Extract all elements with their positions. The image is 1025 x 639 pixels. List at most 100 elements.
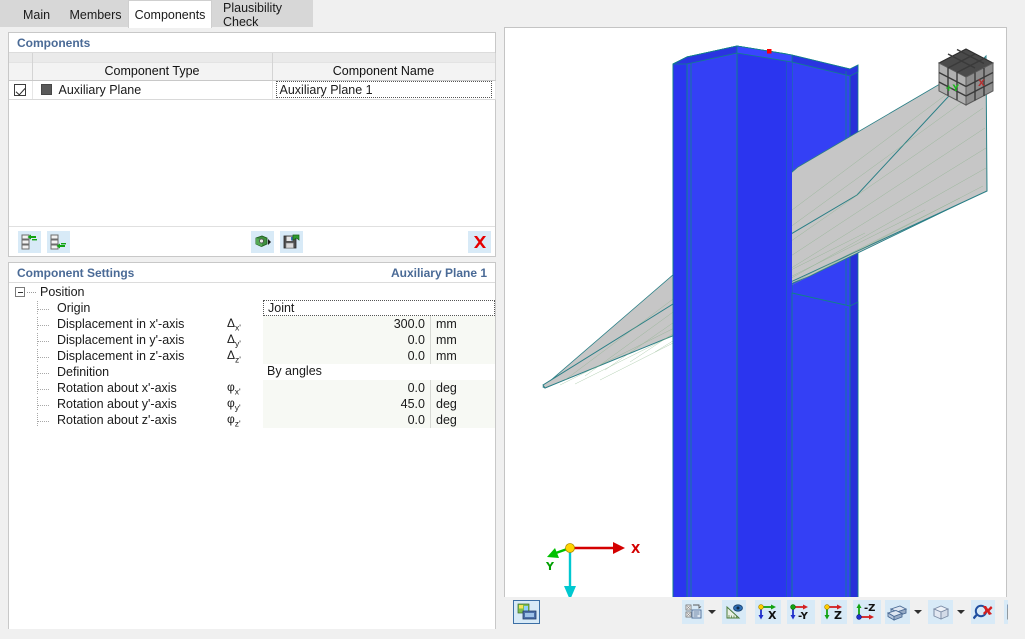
settings-row-label: Definition: [9, 365, 227, 379]
settings-row-rotation-z[interactable]: Rotation about z'-axis φz' 0.0 deg: [9, 412, 495, 428]
column-header-component-type[interactable]: Component Type: [32, 61, 273, 81]
rotation-y-value[interactable]: 45.0: [263, 396, 431, 412]
displacement-y-value[interactable]: 0.0: [263, 332, 431, 348]
view-in-y-button[interactable]: -Y: [787, 600, 815, 624]
rotation-z-unit: deg: [431, 412, 495, 428]
tree-line-horizontal: [38, 421, 50, 422]
render-mode-button[interactable]: [513, 600, 540, 624]
tab-members-label: Members: [69, 7, 122, 22]
tree-line-vertical: [37, 365, 38, 379]
settings-row-value-container[interactable]: 0.0 mm: [263, 332, 495, 348]
settings-row-value-container[interactable]: 0.0 deg: [263, 412, 495, 428]
tab-members[interactable]: Members: [63, 2, 128, 27]
measure-icon: [726, 604, 743, 619]
settings-row-definition[interactable]: Definition By angles: [9, 364, 495, 380]
displacement-z-value[interactable]: 0.0: [263, 348, 431, 364]
tree-line-horizontal: [38, 389, 50, 390]
rotation-x-value[interactable]: 0.0: [263, 380, 431, 396]
solid-model-icon: [887, 605, 908, 621]
row-component-name-cell[interactable]: Auxiliary Plane 1: [272, 80, 496, 100]
column-header-check[interactable]: [9, 61, 33, 81]
tab-plausibility-check[interactable]: Plausibility Check: [212, 0, 313, 29]
new-component-button[interactable]: [18, 231, 41, 253]
settings-row-displacement-x[interactable]: Displacement in x'-axis Δx' 300.0 mm: [9, 316, 495, 332]
tab-components[interactable]: Components: [128, 0, 212, 28]
row-checkbox[interactable]: [14, 84, 27, 97]
view-in-z-button[interactable]: Z: [821, 600, 847, 624]
symbol-subscript: x': [235, 322, 241, 333]
settings-row-value-container[interactable]: Joint: [263, 300, 495, 316]
axis-x-label: X: [631, 542, 641, 556]
tree-line-horizontal: [38, 325, 50, 326]
tree-line-horizontal: [38, 309, 50, 310]
collapse-group-icon[interactable]: [15, 287, 25, 297]
settings-row-displacement-y[interactable]: Displacement in y'-axis Δy' 0.0 mm: [9, 332, 495, 348]
settings-row-value-container[interactable]: 0.0 mm: [263, 348, 495, 364]
component-name-input[interactable]: Auxiliary Plane 1: [275, 81, 492, 98]
settings-row-symbol: Δz': [227, 347, 241, 365]
symbol-subscript: z': [235, 354, 241, 365]
origin-value-field[interactable]: Joint: [263, 300, 495, 316]
measure-button[interactable]: [722, 600, 746, 624]
member-right-overlay: [791, 292, 859, 614]
tree-line-horizontal: [38, 373, 50, 374]
table-row[interactable]: Auxiliary Plane Auxiliary Plane 1: [9, 80, 496, 100]
model-viewport[interactable]: X Y Z: [504, 27, 1007, 615]
components-panel-header: Components: [9, 33, 495, 53]
tab-components-label: Components: [134, 7, 206, 22]
component-settings-subject: Auxiliary Plane 1: [390, 265, 487, 280]
settings-row-rotation-y[interactable]: Rotation about y'-axis φy' 45.0 deg: [9, 396, 495, 412]
row-checkbox-cell[interactable]: [9, 80, 33, 100]
model-canvas[interactable]: X Y Z: [505, 28, 1006, 614]
right-edge-filler: [1008, 0, 1025, 639]
render-mode-dropdown[interactable]: [705, 600, 719, 624]
tree-connector: [27, 291, 37, 293]
row-component-type-cell[interactable]: Auxiliary Plane: [32, 80, 273, 100]
tree-line-vertical: [37, 349, 38, 363]
tab-main-label: Main: [22, 7, 51, 22]
wireframe-button[interactable]: [928, 600, 953, 624]
svg-text:-Y: -Y: [798, 611, 809, 621]
settings-group-position[interactable]: Position: [9, 284, 495, 300]
symbol-subscript: y': [234, 402, 241, 413]
displacement-x-value[interactable]: 300.0: [263, 316, 431, 332]
rotation-x-unit: deg: [431, 380, 495, 396]
view-in-x-button[interactable]: X: [755, 600, 781, 624]
tab-main[interactable]: Main: [10, 2, 63, 27]
insert-component-button[interactable]: [47, 231, 70, 253]
view-isometric-button[interactable]: -Z: [853, 600, 881, 624]
import-component-button[interactable]: [251, 231, 274, 253]
view-cube-right-label: X: [978, 79, 985, 89]
spacer-cell-0: [9, 53, 33, 62]
component-settings-title: Component Settings: [17, 265, 135, 280]
settings-row-rotation-x[interactable]: Rotation about x'-axis φx' 0.0 deg: [9, 380, 495, 396]
components-panel: Components Component Type Component Name: [8, 32, 496, 257]
solid-model-button[interactable]: [885, 600, 910, 624]
displacement-x-unit: mm: [431, 316, 495, 332]
settings-row-displacement-z[interactable]: Displacement in z'-axis Δz' 0.0 mm: [9, 348, 495, 364]
tree-line-vertical: [37, 301, 38, 315]
view-cube[interactable]: +Y X: [931, 43, 1001, 113]
rotation-z-value[interactable]: 0.0: [263, 412, 431, 428]
settings-row-value-container[interactable]: 300.0 mm: [263, 316, 495, 332]
display-properties-button[interactable]: [682, 600, 704, 624]
settings-row-origin[interactable]: Origin Joint: [9, 300, 495, 316]
column-header-component-name[interactable]: Component Name: [272, 61, 496, 81]
settings-row-value-container[interactable]: 45.0 deg: [263, 396, 495, 412]
settings-row-value-container[interactable]: 0.0 deg: [263, 380, 495, 396]
svg-text:Z: Z: [834, 609, 842, 621]
render-mode-icon: [517, 603, 536, 620]
tab-plausibility-check-label: Plausibility Check: [223, 0, 283, 29]
solid-model-dropdown[interactable]: [911, 600, 925, 624]
zoom-reset-button[interactable]: [971, 600, 995, 624]
save-component-button[interactable]: [280, 231, 303, 253]
settings-row-value-container[interactable]: By angles: [263, 364, 495, 380]
symbol-subscript: y': [235, 338, 241, 349]
tree-line-vertical: [37, 333, 38, 347]
delete-component-button[interactable]: [468, 231, 491, 253]
rotation-y-unit: deg: [431, 396, 495, 412]
settings-row-label: Rotation about y'-axis: [9, 397, 227, 411]
settings-row-label: Origin: [9, 301, 227, 315]
definition-value[interactable]: By angles: [263, 364, 495, 380]
wireframe-dropdown[interactable]: [954, 600, 968, 624]
